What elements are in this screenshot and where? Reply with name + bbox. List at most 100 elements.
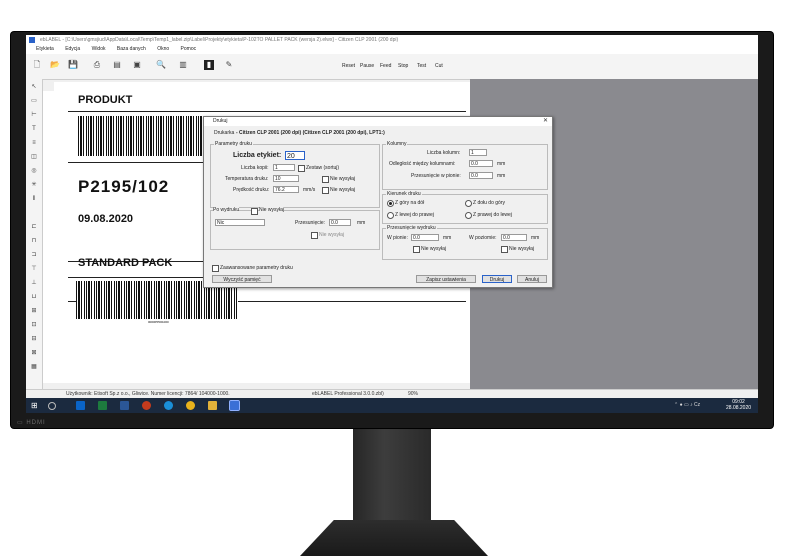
image-icon[interactable]: ▣ <box>132 60 142 70</box>
rectangle-tool-icon[interactable]: ▭ <box>29 97 39 106</box>
offset-vertical-input[interactable]: 0.0 <box>411 234 439 241</box>
after-print-shift-input[interactable]: 0.0 <box>329 219 351 226</box>
offset-h-no-send-label: Nie wysyłaj <box>509 246 535 252</box>
reset-button[interactable]: Reset <box>342 63 355 69</box>
columns-count-input[interactable]: 1 <box>469 149 487 156</box>
excel-icon[interactable] <box>98 401 107 410</box>
chrome-icon[interactable] <box>186 401 195 410</box>
label-code[interactable]: P2195/102 <box>78 177 169 197</box>
after-print-label: Po wydruku <box>213 207 240 213</box>
after-print-shift-label: Przesunięcie: <box>295 220 326 226</box>
abc-tool-icon[interactable]: ≡ <box>29 139 39 148</box>
columns-shift-unit: mm <box>497 173 506 179</box>
eblabel-task-icon[interactable] <box>229 400 240 411</box>
direction-left-right-radio[interactable] <box>387 212 394 219</box>
grid-icon[interactable]: ⊠ <box>29 349 39 358</box>
toolbar: 🗋 📂 💾 ⎙ ▤ ▣ 🔍 ▥ ▮ ✎ Reset Pause Feed Sto… <box>26 54 758 80</box>
group-icon[interactable]: ⊡ <box>29 321 39 330</box>
columns-shift-input[interactable]: 0.0 <box>469 172 493 179</box>
folder-icon[interactable] <box>208 401 217 410</box>
align-middle-icon[interactable]: ⊥ <box>29 279 39 288</box>
tool-palette: ↖ ▭ ⊢ T ≡ ◫ ◎ ✳ ⦀ ⊏ ⊓ ⊐ ⊤ ⊥ ⊔ ⊞ ⊡ ⊟ ⊠ ▦ <box>26 79 43 389</box>
offset-vertical-label: W pionie: <box>387 235 408 241</box>
close-icon[interactable]: ✕ <box>543 117 548 126</box>
after-print-shift-unit: mm <box>357 220 366 226</box>
pause-button[interactable]: Pause <box>360 63 374 69</box>
columns-gap-input[interactable]: 0.0 <box>469 160 493 167</box>
label-produkt[interactable]: PRODUKT <box>78 94 132 106</box>
save-icon[interactable]: 💾 <box>68 60 78 70</box>
after-print-shift-no-send-checkbox[interactable] <box>311 232 318 239</box>
offset-horizontal-unit: mm <box>531 235 540 241</box>
clear-memory-button[interactable]: Wyczyść pamięć <box>212 275 272 283</box>
label-count-input[interactable]: 20 <box>285 151 305 160</box>
ellipse-tool-icon[interactable]: ◎ <box>29 167 39 176</box>
offset-h-no-send-checkbox[interactable] <box>501 246 508 253</box>
direction-label: Kierunek druku <box>386 191 422 197</box>
zoom-icon[interactable]: 🔍 <box>156 60 166 70</box>
label-standard-pack[interactable]: STANDARD PACK <box>78 257 172 269</box>
align-right-icon[interactable]: ⊐ <box>29 251 39 260</box>
after-print-select[interactable]: Nic <box>215 219 265 226</box>
copies-input[interactable]: 1 <box>273 164 295 171</box>
word-icon[interactable] <box>120 401 129 410</box>
star-tool-icon[interactable]: ✳ <box>29 181 39 190</box>
temperature-select[interactable]: 10 <box>273 175 299 182</box>
printer-value[interactable]: - Citizen CLP 2001 (200 dpi) (Citizen CL… <box>236 130 385 136</box>
clock[interactable]: 09:02 28.08.2020 <box>726 399 751 411</box>
chart-icon[interactable]: ▥ <box>178 60 188 70</box>
text-tool-icon[interactable]: T <box>29 125 39 134</box>
direction-group: Kierunek druku Z góry na dół Z dołu do g… <box>382 191 548 224</box>
stop-button[interactable]: Stop <box>398 63 408 69</box>
search-icon[interactable] <box>48 402 56 410</box>
feed-button[interactable]: Feed <box>380 63 391 69</box>
menu-etykieta[interactable]: Etykieta <box>36 46 54 52</box>
table-icon[interactable]: ▦ <box>29 363 39 372</box>
barcode-tool-icon[interactable]: ⦀ <box>29 195 39 204</box>
rotate-tool-icon[interactable]: ◫ <box>29 153 39 162</box>
menu-widok[interactable]: Widok <box>92 46 106 52</box>
collate-checkbox[interactable] <box>298 165 305 172</box>
print-button[interactable]: Drukuj <box>482 275 512 283</box>
menu-baza-danych[interactable]: Baza danych <box>117 46 146 52</box>
label-date[interactable]: 09.08.2020 <box>78 213 133 225</box>
tray-icons[interactable]: ⌃ ● ▭ ♪ Cz <box>674 402 700 408</box>
pencil-icon[interactable]: ✎ <box>224 60 234 70</box>
speed-no-send-checkbox[interactable] <box>322 187 329 194</box>
cancel-button[interactable]: Anuluj <box>517 275 547 283</box>
open-folder-icon[interactable]: 📂 <box>50 60 60 70</box>
label-barcode-top[interactable] <box>78 116 206 156</box>
direction-right-left-radio[interactable] <box>465 212 472 219</box>
menu-edycja[interactable]: Edycja <box>65 46 80 52</box>
printer-settings-icon[interactable]: ▮ <box>204 60 214 70</box>
database-icon[interactable]: ▤ <box>112 60 122 70</box>
outlook-icon[interactable] <box>76 401 85 410</box>
direction-top-bottom-radio[interactable] <box>387 200 394 207</box>
align-center-icon[interactable]: ⊓ <box>29 237 39 246</box>
windows-start-icon[interactable]: ⊞ <box>31 401 40 410</box>
align-top-icon[interactable]: ⊤ <box>29 265 39 274</box>
save-settings-button[interactable]: Zapisz ustawienia <box>416 275 476 283</box>
line-tool-icon[interactable]: ⊢ <box>29 111 39 120</box>
powerpoint-icon[interactable] <box>142 401 151 410</box>
direction-bottom-top-radio[interactable] <box>465 200 472 207</box>
menu-okno[interactable]: Okno <box>157 46 169 52</box>
speed-unit: mm/s <box>303 187 316 193</box>
ungroup-icon[interactable]: ⊟ <box>29 335 39 344</box>
offset-v-no-send-checkbox[interactable] <box>413 246 420 253</box>
speed-select[interactable]: 76.2 <box>273 186 299 193</box>
test-button[interactable]: Test <box>417 63 426 69</box>
offset-horizontal-input[interactable]: 0.0 <box>501 234 527 241</box>
after-print-no-send-checkbox[interactable] <box>251 208 258 215</box>
print-icon[interactable]: ⎙ <box>92 60 102 70</box>
advanced-params-checkbox[interactable] <box>212 265 219 272</box>
align-left-icon[interactable]: ⊏ <box>29 223 39 232</box>
pointer-tool-icon[interactable]: ↖ <box>29 83 39 92</box>
cut-button[interactable]: Cut <box>435 63 443 69</box>
temp-no-send-checkbox[interactable] <box>322 176 329 183</box>
distribute-icon[interactable]: ⊞ <box>29 307 39 316</box>
align-bottom-icon[interactable]: ⊔ <box>29 293 39 302</box>
new-file-icon[interactable]: 🗋 <box>32 60 42 70</box>
edge-icon[interactable] <box>164 401 173 410</box>
menu-pomoc[interactable]: Pomoc <box>181 46 197 52</box>
